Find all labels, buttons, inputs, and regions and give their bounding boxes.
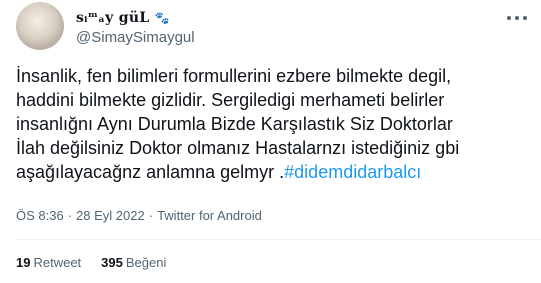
display-name[interactable]: sᵢᵐₐy güL xyxy=(76,10,149,26)
tweet-header: sᵢᵐₐy güL 🐾 @SimaySimaygul xyxy=(76,8,195,46)
likes-label: Beğeni xyxy=(125,255,167,270)
separator: · xyxy=(148,208,154,223)
dot xyxy=(523,16,527,20)
user-handle[interactable]: @SimaySimaygul xyxy=(76,29,195,46)
tweet-meta: ÖS 8:36 · 28 Eyl 2022 · Twitter for Android xyxy=(16,208,262,223)
more-options-icon[interactable] xyxy=(507,12,527,24)
retweets-label: Retweet xyxy=(33,255,82,270)
hashtag-link[interactable]: #didemdidarbalcı xyxy=(284,162,421,182)
tweet-time[interactable]: ÖS 8:36 xyxy=(16,208,64,223)
dot xyxy=(515,16,519,20)
retweets-count: 19 xyxy=(16,255,31,270)
tweet-stats: 19 Retweet 395 Beğeni xyxy=(16,255,186,270)
divider xyxy=(16,239,541,240)
likes-count: 395 xyxy=(101,255,123,270)
dot xyxy=(507,16,511,20)
tweet-date[interactable]: 28 Eyl 2022 xyxy=(76,208,145,223)
tweet-card: sᵢᵐₐy güL 🐾 @SimaySimaygul İnsanlik, fen… xyxy=(0,0,541,283)
tweet-text: İnsanlik, fen bilimleri formullerini ezb… xyxy=(16,64,531,184)
separator: · xyxy=(67,208,73,223)
retweets-stat[interactable]: 19 Retweet xyxy=(16,255,81,270)
avatar[interactable] xyxy=(16,2,64,50)
likes-stat[interactable]: 395 Beğeni xyxy=(101,255,166,270)
name-row: sᵢᵐₐy güL 🐾 xyxy=(76,8,195,28)
tweet-source[interactable]: Twitter for Android xyxy=(157,208,262,223)
paw-print-icon: 🐾 xyxy=(154,11,170,25)
